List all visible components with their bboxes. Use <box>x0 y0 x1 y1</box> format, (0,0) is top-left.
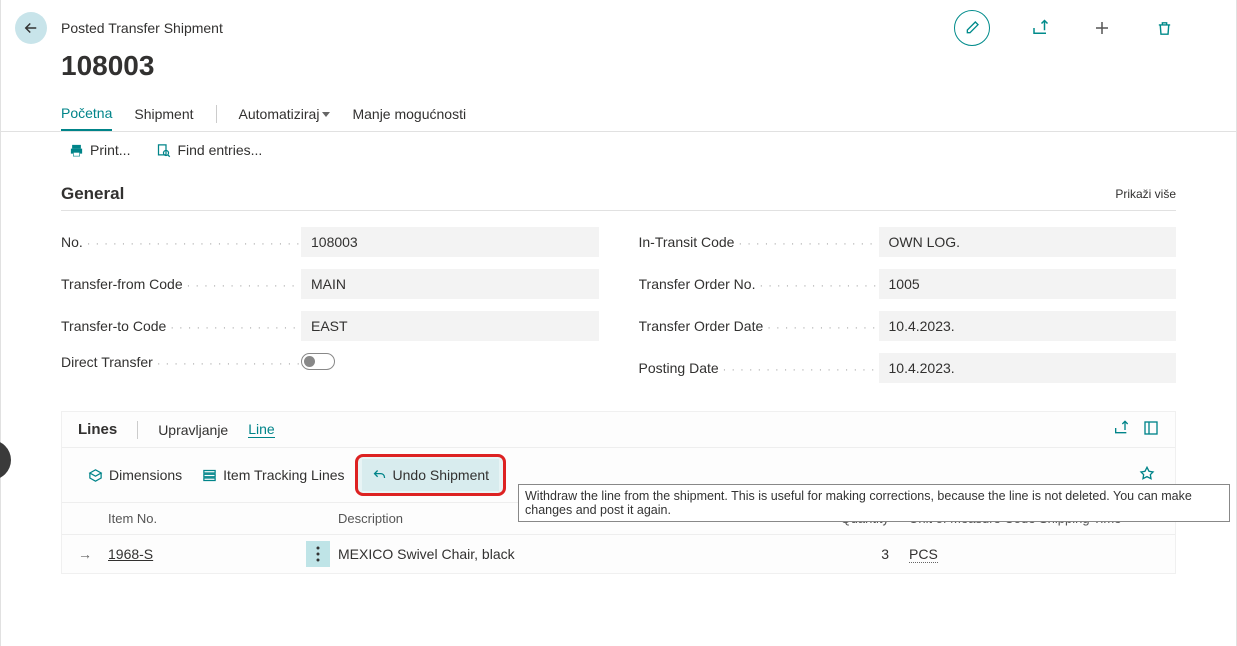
edit-button[interactable] <box>954 10 990 46</box>
label-posting-date: Posting Date <box>639 360 879 376</box>
pencil-icon <box>964 20 980 36</box>
show-more-link[interactable]: Prikaži više <box>1115 187 1176 201</box>
share-icon <box>1031 19 1049 37</box>
trash-icon <box>1156 20 1173 37</box>
col-item-no[interactable]: Item No. <box>108 511 298 526</box>
pin-icon <box>1139 466 1155 482</box>
back-button[interactable] <box>15 12 47 44</box>
lines-expand-button[interactable] <box>1143 420 1159 439</box>
lines-tab-line[interactable]: Line <box>248 421 274 438</box>
side-handle[interactable] <box>0 440 11 480</box>
tab-shipment[interactable]: Shipment <box>134 98 193 130</box>
print-button[interactable]: Print... <box>69 142 130 158</box>
lines-tab-manage[interactable]: Upravljanje <box>158 422 228 438</box>
label-transfer-from: Transfer-from Code <box>61 276 301 292</box>
tab-fewer-options[interactable]: Manje mogućnosti <box>352 98 466 130</box>
page-title: 108003 <box>1 46 1236 96</box>
label-direct-transfer: Direct Transfer <box>61 354 301 370</box>
row-indicator: → <box>78 546 108 562</box>
undo-icon <box>372 468 387 483</box>
share-button[interactable] <box>1028 16 1052 40</box>
section-general-title: General <box>61 184 124 204</box>
arrow-left-icon <box>22 19 40 37</box>
breadcrumb: Posted Transfer Shipment <box>61 20 223 36</box>
value-transfer-to: EAST <box>301 311 599 341</box>
value-order-date: 10.4.2023. <box>879 311 1177 341</box>
item-tracking-button[interactable]: Item Tracking Lines <box>192 459 354 491</box>
dimensions-icon <box>88 468 103 483</box>
find-entries-button[interactable]: Find entries... <box>156 142 262 158</box>
cell-quantity[interactable]: 3 <box>809 546 889 562</box>
item-link[interactable]: 1968-S <box>108 546 153 562</box>
search-doc-icon <box>156 143 171 158</box>
cell-description[interactable]: MEXICO Swivel Chair, black <box>338 546 809 562</box>
delete-button[interactable] <box>1152 16 1176 40</box>
lines-title: Lines <box>78 421 117 438</box>
row-actions-button[interactable] <box>306 541 330 567</box>
dimensions-button[interactable]: Dimensions <box>78 459 192 491</box>
value-intransit: OWN LOG. <box>879 227 1177 257</box>
tab-automate[interactable]: Automatiziraj <box>239 98 331 130</box>
tab-separator <box>216 105 217 123</box>
lines-separator <box>137 421 138 439</box>
undo-shipment-button[interactable]: Undo Shipment <box>362 459 500 491</box>
tab-home[interactable]: Početna <box>61 97 112 131</box>
plus-icon <box>1093 19 1111 37</box>
value-order-no: 1005 <box>879 269 1177 299</box>
direct-transfer-toggle[interactable] <box>301 353 335 370</box>
chevron-down-icon <box>322 112 330 117</box>
label-order-no: Transfer Order No. <box>639 276 879 292</box>
value-transfer-from: MAIN <box>301 269 599 299</box>
cell-uom[interactable]: PCS <box>909 546 938 563</box>
new-button[interactable] <box>1090 16 1114 40</box>
printer-icon <box>69 143 84 158</box>
undo-highlight-box: Undo Shipment <box>355 454 507 496</box>
label-transfer-to: Transfer-to Code <box>61 318 301 334</box>
pin-button[interactable] <box>1139 466 1159 485</box>
undo-tooltip: Withdraw the line from the shipment. Thi… <box>518 484 1230 522</box>
table-row[interactable]: → 1968-S MEXICO Swivel Chair, black 3 PC… <box>62 535 1175 573</box>
tracking-icon <box>202 468 217 483</box>
more-vertical-icon <box>316 546 320 562</box>
value-posting-date: 10.4.2023. <box>879 353 1177 383</box>
expand-icon <box>1143 420 1159 436</box>
label-no: No. <box>61 234 301 250</box>
label-order-date: Transfer Order Date <box>639 318 879 334</box>
lines-share-button[interactable] <box>1113 420 1129 439</box>
share-icon <box>1113 420 1129 436</box>
value-no: 108003 <box>301 227 599 257</box>
label-intransit: In-Transit Code <box>639 234 879 250</box>
